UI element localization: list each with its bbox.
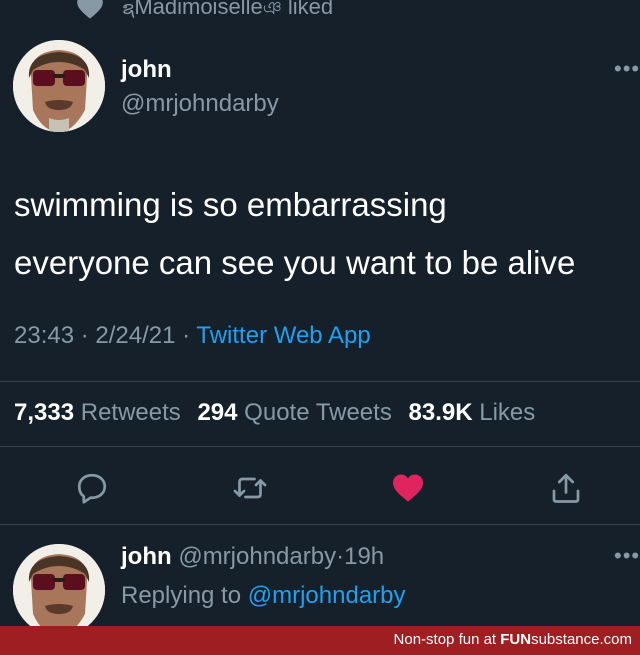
tweet-date[interactable]: 2/24/21 [95,322,175,349]
ornament-left-icon: ຊ [122,0,135,18]
quotes-count: 294 [197,399,238,426]
ornament-right-icon: ঞ [262,0,282,18]
divider [0,524,640,525]
quotes-label: Quote Tweets [244,399,392,426]
avatar[interactable] [13,40,105,132]
liked-action: liked [287,0,334,19]
liked-user[interactable]: Madimoiselle [134,0,262,19]
divider [0,446,640,447]
tweet-time[interactable]: 23:43 [14,322,74,349]
author-handle[interactable]: @mrjohndarby [121,90,279,118]
avatar-image [13,40,105,132]
author-name[interactable]: john [121,56,172,84]
watermark-bar: Non-stop fun at FUNsubstance.com [0,626,640,655]
tweet-text-line: everyone can see you want to be alive [14,244,576,281]
reply-header: john @mrjohndarby·19h [121,543,384,571]
tweet-stats: 7,333 Retweets 294 Quote Tweets 83.9K Li… [14,399,535,427]
liked-label[interactable]: ຊMadimoiselleঞ liked [122,0,333,25]
likes-label: Likes [479,399,536,426]
watermark-brand-a: FUN [500,631,532,648]
share-icon[interactable] [548,470,584,506]
reply-icon[interactable] [74,470,110,506]
tweet-source[interactable]: Twitter Web App [196,322,370,349]
reply-more-icon[interactable]: ••• [614,543,640,569]
separator: · [182,322,191,349]
reply-author-name[interactable]: john [121,543,172,570]
replying-to: Replying to @mrjohndarby [121,582,406,610]
avatar-image [13,544,105,636]
retweets-stat[interactable]: 7,333 Retweets [14,399,181,426]
likes-stat[interactable]: 83.9K Likes [409,399,536,426]
reply-age[interactable]: 19h [344,543,384,570]
retweets-count: 7,333 [14,399,75,426]
reply-author-handle[interactable]: @mrjohndarby [178,543,336,570]
more-icon[interactable]: ••• [614,56,640,82]
social-context: ຊMadimoiselleঞ liked [0,0,640,24]
tweet-text: swimming is so embarrassing everyone can… [14,176,634,292]
watermark-brand-c: .com [599,631,632,648]
replying-prefix: Replying to [121,582,242,609]
separator: · [336,543,345,570]
watermark-text: Non-stop fun at FUNsubstance.com [394,631,632,648]
divider [0,381,640,382]
quotes-stat[interactable]: 294 Quote Tweets [197,399,391,426]
tweet-text-line: swimming is so embarrassing [14,186,447,223]
reply-avatar[interactable] [13,544,105,636]
likes-count: 83.9K [408,399,473,426]
retweet-icon[interactable] [232,470,268,506]
replying-mention[interactable]: @mrjohndarby [248,582,406,609]
heart-icon [77,0,103,19]
retweets-label: Retweets [80,399,181,426]
like-icon[interactable] [390,470,426,506]
tweet-meta: 23:43 · 2/24/21 · Twitter Web App [14,322,371,350]
watermark-brand-b: substance [531,631,600,648]
watermark-prefix: Non-stop fun at [393,631,497,648]
separator: · [80,322,89,349]
